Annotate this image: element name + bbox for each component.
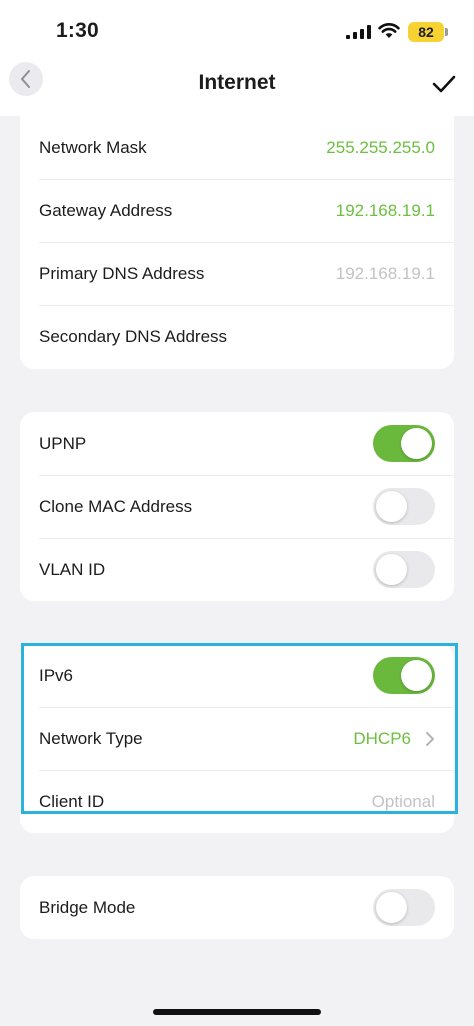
clone-mac-label: Clone MAC Address xyxy=(39,496,193,516)
cellular-signal-icon xyxy=(346,25,371,39)
network-settings-card: Network Mask 255.255.255.0 Gateway Addre… xyxy=(20,106,454,369)
features-card: UPNP Clone MAC Address VLAN ID xyxy=(20,412,454,601)
primary-dns-row[interactable]: Primary DNS Address 192.168.19.1 xyxy=(20,242,454,305)
primary-dns-field[interactable]: 192.168.19.1 xyxy=(336,264,435,284)
network-mask-row[interactable]: Network Mask 255.255.255.0 xyxy=(20,116,454,179)
network-mask-value[interactable]: 255.255.255.0 xyxy=(326,138,435,158)
checkmark-icon[interactable] xyxy=(430,70,458,98)
toggle-knob xyxy=(376,554,407,585)
primary-dns-label: Primary DNS Address xyxy=(39,263,205,283)
battery-level: 82 xyxy=(418,24,434,40)
bridge-mode-card: Bridge Mode xyxy=(20,876,454,939)
upnp-toggle[interactable] xyxy=(373,425,435,462)
upnp-row: UPNP xyxy=(20,412,454,475)
client-id-label: Client ID xyxy=(39,791,105,811)
toggle-knob xyxy=(401,428,432,459)
secondary-dns-row[interactable]: Secondary DNS Address xyxy=(20,305,454,368)
gateway-address-value[interactable]: 192.168.19.1 xyxy=(336,201,435,221)
battery-indicator: 82 xyxy=(408,22,444,42)
vlan-id-label: VLAN ID xyxy=(39,559,106,579)
ipv6-label: IPv6 xyxy=(39,665,74,685)
chevron-right-icon xyxy=(426,731,434,746)
gateway-address-row[interactable]: Gateway Address 192.168.19.1 xyxy=(20,179,454,242)
clone-mac-row: Clone MAC Address xyxy=(20,475,454,538)
network-type-row[interactable]: Network Type DHCP6 xyxy=(20,707,454,770)
status-bar: 1:30 82 xyxy=(0,0,474,62)
ipv6-toggle[interactable] xyxy=(373,657,435,694)
client-id-input[interactable]: Optional xyxy=(372,792,435,812)
clone-mac-toggle[interactable] xyxy=(373,488,435,525)
wifi-icon xyxy=(378,23,400,38)
toggle-knob xyxy=(376,892,407,923)
bridge-mode-row: Bridge Mode xyxy=(20,876,454,939)
upnp-label: UPNP xyxy=(39,433,87,453)
client-id-row[interactable]: Client ID Optional xyxy=(20,770,454,833)
toggle-knob xyxy=(376,491,407,522)
ipv6-card: IPv6 Network Type DHCP6 Client ID Option… xyxy=(20,644,454,833)
home-indicator xyxy=(153,1009,321,1015)
network-type-value: DHCP6 xyxy=(353,728,411,748)
bridge-mode-toggle[interactable] xyxy=(373,889,435,926)
network-type-label: Network Type xyxy=(39,728,143,748)
status-time: 1:30 xyxy=(56,19,99,42)
vlan-id-row: VLAN ID xyxy=(20,538,454,601)
toggle-knob xyxy=(401,660,432,691)
ipv6-row: IPv6 xyxy=(20,644,454,707)
secondary-dns-label: Secondary DNS Address xyxy=(39,326,228,346)
gateway-address-label: Gateway Address xyxy=(39,200,173,220)
page-title: Internet xyxy=(198,71,276,94)
battery-nub xyxy=(445,28,448,36)
network-mask-label: Network Mask xyxy=(39,137,147,157)
vlan-id-toggle[interactable] xyxy=(373,551,435,588)
network-type-selector[interactable]: DHCP6 xyxy=(353,729,435,749)
bridge-mode-label: Bridge Mode xyxy=(39,897,136,917)
